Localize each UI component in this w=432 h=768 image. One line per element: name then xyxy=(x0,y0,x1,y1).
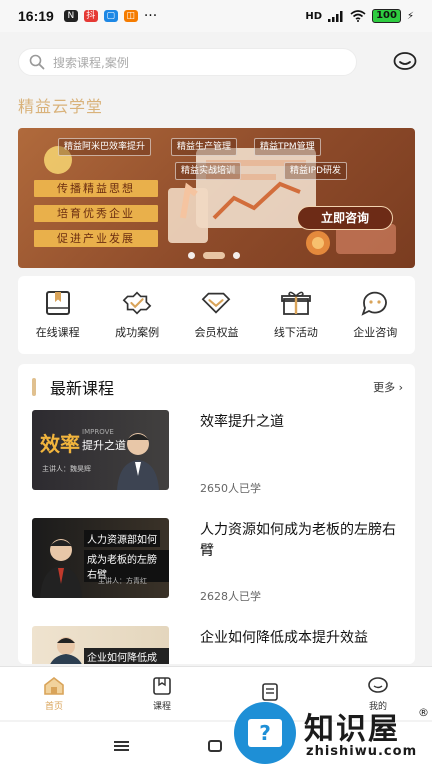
pagination-dot[interactable] xyxy=(233,252,240,259)
watermark-logo: ? xyxy=(234,702,296,764)
course-card[interactable]: 效率 IMPROVE 提升之道 主讲人：魏昊辉 效率提升之道 2650人已学 xyxy=(32,410,402,495)
thumb-title: 效率 xyxy=(40,432,80,456)
section-header: 最新课程 更多 › xyxy=(18,364,415,410)
banner-slogan: 促进产业发展 xyxy=(34,230,158,247)
brand-title: 精益云学堂 xyxy=(18,97,104,116)
more-notifications-icon: ··· xyxy=(143,8,158,24)
more-link[interactable]: 更多 › xyxy=(373,379,403,395)
course-title: 效率提升之道 xyxy=(200,414,284,430)
menu-label: 线下活动 xyxy=(273,326,318,339)
promo-banner[interactable]: 精益阿米巴效率提升 精益生产管理 精益TPM管理 精益实战培训 精益IPD研发 … xyxy=(18,128,415,268)
menu-offline-activity[interactable]: 线下活动 xyxy=(258,290,334,340)
member-benefit-icon xyxy=(201,290,231,316)
menu-success-case[interactable]: 成功案例 xyxy=(99,290,175,340)
latest-courses-section: 最新课程 更多 › 效率 IMPROVE 提升之道 主讲人：魏昊辉 效率提升之道… xyxy=(18,364,415,664)
message-icon xyxy=(393,52,417,70)
course-learners: 2628人已学 xyxy=(200,590,261,603)
menu-label: 在线课程 xyxy=(35,326,80,339)
banner-tag: 精益生产管理 xyxy=(171,138,238,156)
thumb-speaker: 主讲人：魏昊辉 xyxy=(42,465,91,473)
message-notification-icon: ▢ xyxy=(103,10,118,22)
menu-member-benefit[interactable]: 会员权益 xyxy=(178,290,254,340)
course-thumbnail[interactable]: 效率 IMPROVE 提升之道 主讲人：魏昊辉 xyxy=(32,410,169,490)
watermark-url: zhishiwu.com xyxy=(306,744,418,759)
course-title: 企业如何降低成本提升效益 xyxy=(200,630,368,646)
thumb-title: 人力资源部如何 xyxy=(84,530,160,547)
menu-online-course[interactable]: 在线课程 xyxy=(20,290,96,340)
course-title: 人力资源如何成为老板的左膀右臂 xyxy=(200,522,396,559)
pagination-dot[interactable] xyxy=(188,252,195,259)
recent-apps-button[interactable] xyxy=(114,741,129,751)
menu-label: 成功案例 xyxy=(115,326,160,339)
thumb-speaker: 主讲人：方青红 xyxy=(98,577,147,585)
more-label: 更多 xyxy=(373,381,396,394)
course-card[interactable]: 人力资源部如何 成为老板的左膀右臂 主讲人：方青红 人力资源如何成为老板的左膀右… xyxy=(32,518,402,603)
store-notification-icon: ◫ xyxy=(123,10,138,22)
document-icon xyxy=(262,683,278,701)
menu-label: 企业咨询 xyxy=(353,326,398,339)
watermark: ? 知识屋 ® zhishiwu.com xyxy=(234,700,432,768)
speaker-portrait xyxy=(40,539,82,598)
charging-icon: ⚡ xyxy=(406,10,414,22)
menu-label: 会员权益 xyxy=(194,326,239,339)
signal-hd-label: HD xyxy=(305,10,323,22)
status-time: 16:19 xyxy=(18,8,54,24)
douyin-notification-icon: 抖 xyxy=(83,10,98,22)
status-bar: 16:19 N 抖 ▢ ◫ ··· HD 100 ⚡ xyxy=(0,0,432,32)
course-thumbnail[interactable]: 人力资源部如何 成为老板的左膀右臂 主讲人：方青红 xyxy=(32,518,169,598)
profile-icon xyxy=(368,676,388,693)
search-icon xyxy=(29,54,45,70)
app-notification-icon: N xyxy=(63,10,78,22)
section-title: 最新课程 xyxy=(50,379,115,398)
notification-icons: N 抖 ▢ ◫ ··· xyxy=(63,8,158,24)
registered-mark: ® xyxy=(418,706,429,719)
battery-level: 100 xyxy=(372,9,401,23)
course-card[interactable]: 企业如何降低成本 企业如何降低成本提升效益 xyxy=(32,626,402,664)
speaker-portrait xyxy=(50,637,82,664)
menu-consulting[interactable]: 企业咨询 xyxy=(337,290,413,340)
banner-pagination xyxy=(188,252,240,259)
home-button[interactable] xyxy=(208,740,222,752)
search-input[interactable]: 搜索课程,案例 xyxy=(18,48,357,76)
course-thumbnail[interactable]: 企业如何降低成本 xyxy=(32,626,169,664)
question-mark-icon: ? xyxy=(248,719,282,747)
search-placeholder: 搜索课程,案例 xyxy=(53,55,129,70)
consult-now-button[interactable]: 立即咨询 xyxy=(297,206,393,230)
banner-slogan: 传播精益思想 xyxy=(34,180,158,197)
quick-menu: 在线课程 成功案例 会员权益 线下活动 企业咨询 xyxy=(18,276,415,354)
consulting-icon xyxy=(360,290,390,316)
banner-slogan: 培育优秀企业 xyxy=(34,205,158,222)
section-accent-bar xyxy=(32,378,36,396)
message-button[interactable] xyxy=(392,49,418,75)
wifi-icon xyxy=(350,10,366,22)
watermark-text: 知识屋 xyxy=(304,712,400,747)
online-course-icon xyxy=(43,290,73,316)
thumb-title: 企业如何降低成本 xyxy=(84,648,169,664)
tab-label: 首页 xyxy=(44,701,63,712)
chevron-right-icon: › xyxy=(398,381,403,394)
banner-tag: 精益IPD研发 xyxy=(284,162,348,180)
tab-home[interactable]: 首页 xyxy=(0,667,108,720)
pagination-dot-active[interactable] xyxy=(203,252,225,259)
home-icon xyxy=(44,676,64,695)
tab-course[interactable]: 课程 xyxy=(108,667,216,720)
success-case-icon xyxy=(122,290,152,316)
offline-activity-icon xyxy=(280,290,311,316)
speaker-portrait xyxy=(117,433,159,490)
banner-tag: 精益实战培训 xyxy=(175,162,242,180)
tab-label: 课程 xyxy=(152,701,171,712)
course-learners: 2650人已学 xyxy=(200,482,261,495)
course-icon xyxy=(153,676,171,695)
search-row: 搜索课程,案例 xyxy=(18,48,418,76)
signal-icon xyxy=(328,10,343,22)
banner-tag: 精益阿米巴效率提升 xyxy=(58,138,152,156)
thumb-tag: IMPROVE xyxy=(82,428,114,436)
banner-tag: 精益TPM管理 xyxy=(254,138,321,156)
